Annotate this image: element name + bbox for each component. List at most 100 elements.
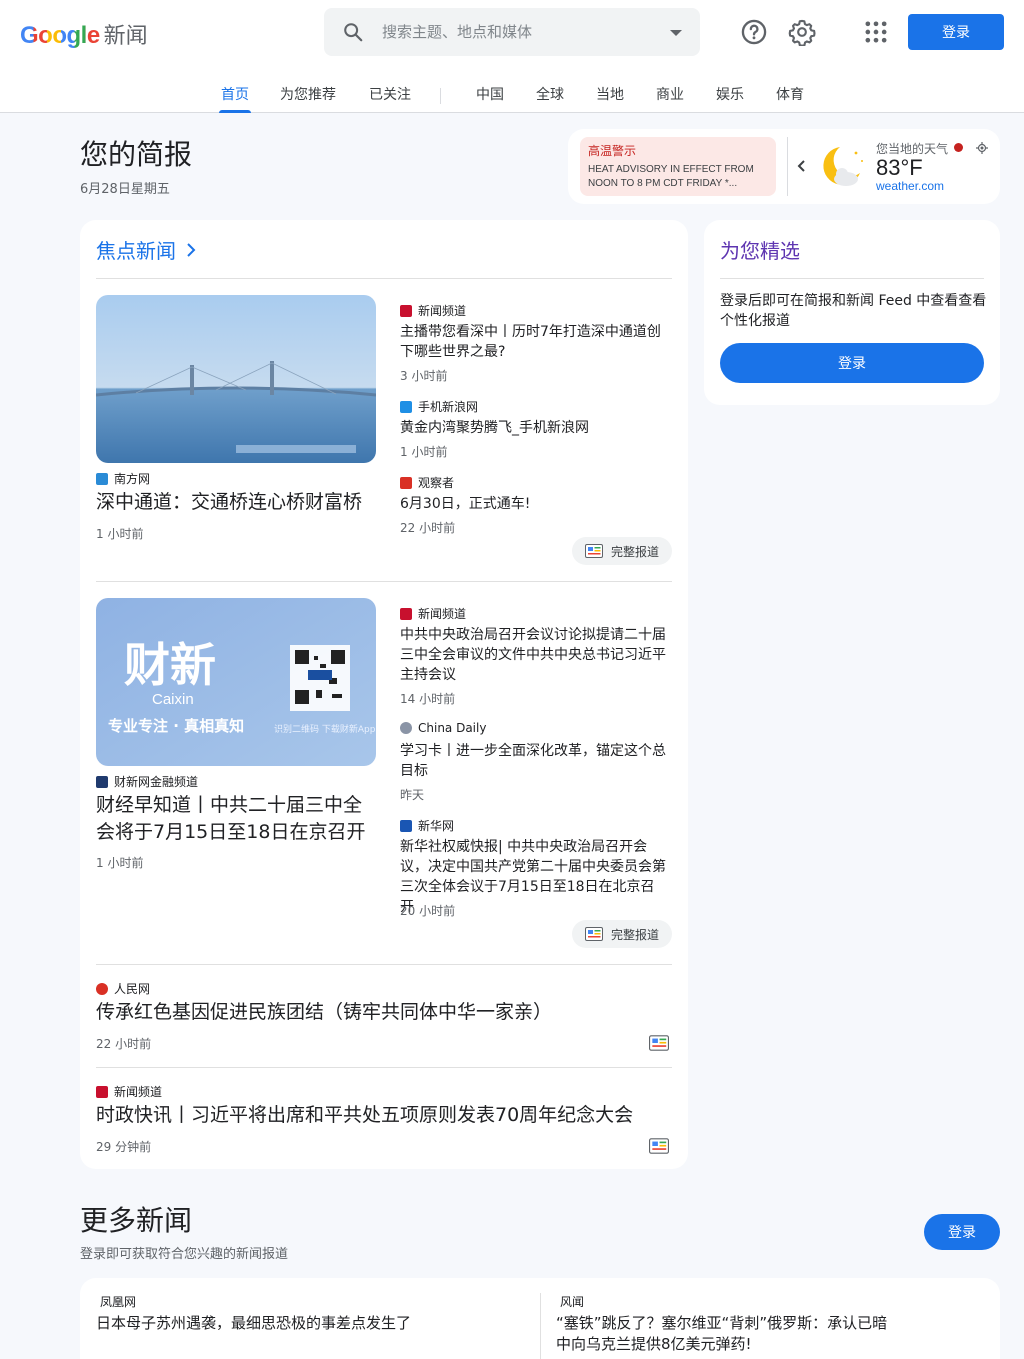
tab-business[interactable]: 商业 (656, 84, 684, 113)
for-you-description: 登录后即可在简报和新闻 Feed 中查看查看个性化报道 (720, 293, 987, 329)
story-image-caixin[interactable]: 财新 Caixin 专业专注 · 真相真知 识别二维码 下载财新App (96, 598, 376, 766)
story-headline[interactable]: “塞铁”跳反了？塞尔维亚“背刺”俄罗斯：承认已暗中向乌克兰提供8亿美元弹药! (556, 1313, 896, 1355)
sign-in-button[interactable]: 登录 (908, 14, 1004, 50)
people-daily-favicon-icon (96, 982, 108, 995)
nanfang-favicon-icon (96, 472, 108, 485)
caixin-latin-text: Caixin (152, 691, 194, 708)
top-stories-heading-label: 焦点新闻 (96, 239, 176, 263)
story-source[interactable]: 观察者 (400, 474, 454, 491)
xinhua-favicon-icon (400, 819, 412, 832)
source-name: 南方网 (114, 472, 151, 486)
source-name: 手机新浪网 (418, 400, 479, 414)
search-icon[interactable] (342, 21, 364, 43)
story-source[interactable]: 人民网 (96, 980, 150, 997)
tab-home[interactable]: 首页 (219, 84, 251, 113)
caixin-slogan-text: 专业专注 · 真相真知 (108, 717, 244, 735)
tab-china[interactable]: 中国 (476, 84, 504, 113)
story-time: 22 小时前 (96, 1037, 152, 1051)
story-headline[interactable]: 时政快讯丨习近平将出席和平共处五项原则发表70周年纪念大会 (96, 1102, 666, 1129)
story-headline[interactable]: 日本母子苏州遇袭，最细思恐极的事差点发生了 (96, 1313, 526, 1334)
story-time: 14 小时前 (400, 692, 456, 706)
weather-source-link[interactable]: weather.com (876, 179, 944, 193)
more-news-card: 凤凰网 日本母子苏州遇袭，最细思恐极的事差点发生了 风闻 “塞铁”跳反了？塞尔维… (80, 1278, 1000, 1359)
weather-temperature: 83°F (876, 155, 923, 180)
help-icon[interactable] (740, 18, 768, 46)
google-news-logo[interactable]: Google 新闻 (20, 18, 148, 50)
tab-local[interactable]: 当地 (596, 84, 624, 113)
story-source[interactable]: 新闻频道 (400, 605, 466, 622)
logo-brand: Google (20, 22, 100, 49)
story-headline[interactable]: 主播带您看深中丨历时7年打造深中通道创下哪些世界之最? (400, 322, 668, 362)
story-headline[interactable]: 深中通道：交通桥连心桥财富桥 (96, 489, 378, 516)
chevron-left-icon[interactable] (796, 159, 808, 173)
story-time: 22 小时前 (400, 521, 456, 535)
top-stories-card: 焦点新闻 南方网 深中通道：交通桥连心桥财富桥 1 小时前 新闻频道 主播带您看… (80, 220, 688, 1169)
bridge-photo (96, 295, 376, 463)
story-source[interactable]: 凤凰网 (100, 1293, 136, 1310)
story-source[interactable]: 新华网 (400, 817, 454, 834)
divider (96, 1067, 672, 1068)
story-headline[interactable]: 传承红色基因促进民族团结（铸牢共同体中华一家亲） (96, 999, 656, 1026)
tab-world[interactable]: 全球 (536, 84, 564, 113)
story-source[interactable]: 新闻频道 (400, 302, 466, 319)
story-source[interactable]: 财新网金融频道 (96, 773, 198, 790)
search-input[interactable] (382, 20, 652, 44)
story-source[interactable]: 风闻 (560, 1293, 584, 1310)
heat-alert[interactable]: 高温警示 HEAT ADVISORY IN EFFECT FROM NOON T… (580, 137, 776, 196)
top-stories-heading[interactable]: 焦点新闻 (96, 235, 196, 264)
caixin-qr-caption: 识别二维码 下载财新App (274, 723, 376, 735)
story-headline[interactable]: 中共中央政治局召开会议讨论拟提请二十届三中全会审议的文件中共中央总书记习近平主持… (400, 625, 668, 685)
story-source[interactable]: 新闻频道 (96, 1083, 162, 1100)
divider (96, 581, 672, 582)
top-bar: Google 新闻 登录 首页 为您推荐 已关注 中国 全球 当地 商业 娱乐 … (0, 0, 1024, 113)
story-time: 昨天 (400, 788, 425, 802)
weather-card: 高温警示 HEAT ADVISORY IN EFFECT FROM NOON T… (568, 129, 1000, 204)
for-you-sign-in-button[interactable]: 登录 (720, 343, 984, 383)
location-icon[interactable] (976, 142, 988, 154)
more-news-title: 更多新闻 (80, 1204, 193, 1237)
full-coverage-button[interactable]: 完整报道 (572, 920, 672, 948)
divider (96, 964, 672, 965)
search-box[interactable] (324, 8, 700, 56)
tab-for-you[interactable]: 为您推荐 (280, 84, 336, 113)
tab-divider (440, 88, 441, 104)
source-name: 新闻频道 (114, 1085, 163, 1099)
story-headline[interactable]: 财经早知道丨中共二十届三中全会将于7月15日至18日在京召开 (96, 792, 378, 846)
source-name: 新闻频道 (418, 607, 467, 621)
partly-cloudy-night-icon (823, 147, 863, 186)
story-source[interactable]: 南方网 (96, 470, 150, 487)
story-headline[interactable]: 学习卡丨进一步全面深化改革，锚定这个总目标 (400, 741, 668, 781)
story-source[interactable]: China Daily (400, 721, 486, 735)
story-headline[interactable]: 6月30日，正式通车! (400, 494, 668, 514)
apps-grid-icon[interactable] (862, 18, 890, 46)
weather-alert-icon (954, 143, 963, 152)
tab-sports[interactable]: 体育 (776, 84, 804, 113)
full-coverage-label: 完整报道 (611, 927, 660, 942)
briefing-title: 您的简报 (80, 138, 193, 171)
full-coverage-icon[interactable] (649, 1035, 669, 1051)
weather-divider (787, 137, 788, 196)
source-name: 新华网 (418, 819, 455, 833)
story-time: 1 小时前 (96, 527, 144, 541)
divider (96, 278, 672, 279)
story-time: 1 小时前 (400, 445, 448, 459)
source-name: 人民网 (114, 982, 151, 996)
full-coverage-button[interactable]: 完整报道 (572, 537, 672, 565)
full-coverage-icon[interactable] (649, 1138, 669, 1154)
caixin-brand-text: 财新 (124, 638, 216, 692)
tab-following[interactable]: 已关注 (369, 84, 411, 113)
story-source[interactable]: 手机新浪网 (400, 398, 478, 415)
chevron-right-icon (187, 242, 196, 257)
search-dropdown-icon[interactable] (670, 30, 682, 36)
story-time: 3 小时前 (400, 369, 448, 383)
settings-gear-icon[interactable] (788, 18, 816, 46)
more-news-subtitle: 登录即可获取符合您兴趣的新闻报道 (80, 1247, 289, 1262)
story-headline[interactable]: 黄金内湾聚势腾飞_手机新浪网 (400, 418, 668, 438)
more-news-sign-in-button[interactable]: 登录 (924, 1214, 1000, 1250)
story-image-bridge[interactable] (96, 295, 376, 463)
tab-entertainment[interactable]: 娱乐 (716, 84, 744, 113)
alert-title: 高温警示 (588, 144, 637, 158)
full-coverage-label: 完整报道 (611, 544, 660, 559)
news-channel-favicon-icon (400, 304, 412, 317)
section-tabs: 首页 为您推荐 已关注 中国 全球 当地 商业 娱乐 体育 (0, 80, 1024, 113)
